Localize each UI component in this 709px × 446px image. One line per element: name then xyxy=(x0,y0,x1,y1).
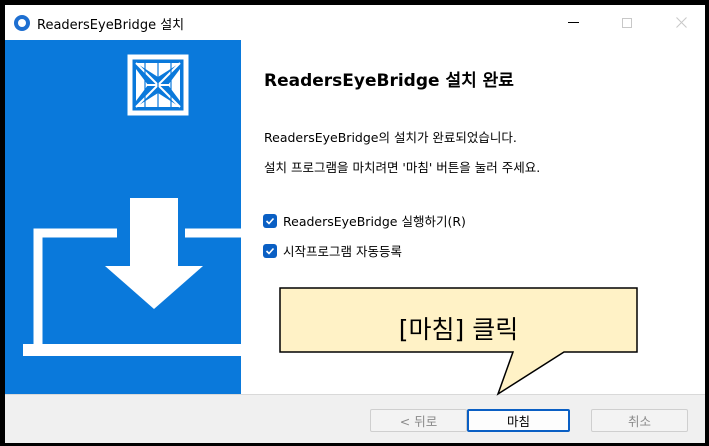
autostart-option[interactable]: 시작프로그램 자동등록 xyxy=(263,241,402,260)
app-icon xyxy=(14,15,30,31)
maximize-button[interactable] xyxy=(604,5,650,40)
close-button[interactable] xyxy=(658,5,704,40)
completion-message: ReadersEyeBridge의 설치가 완료되었습니다. xyxy=(264,130,517,145)
checkmark-icon xyxy=(265,217,275,225)
instruction-message: 설치 프로그램을 마치려면 '마침' 버튼을 눌러 주세요. xyxy=(264,160,541,175)
installer-banner xyxy=(5,40,241,394)
run-app-option[interactable]: ReadersEyeBridge 실행하기(R) xyxy=(263,211,466,230)
cancel-button[interactable]: 취소 xyxy=(591,409,688,432)
run-app-label: ReadersEyeBridge 실행하기(R) xyxy=(283,214,466,229)
install-illustration xyxy=(23,54,241,356)
download-arrow-icon xyxy=(105,198,203,309)
installer-window: ReadersEyeBridge 설치 ReadersEyeBridge 설치 … xyxy=(5,5,705,443)
instruction-callout: [마침] 클릭 xyxy=(279,287,638,396)
window-title: ReadersEyeBridge 설치 xyxy=(37,18,185,33)
title-bar: ReadersEyeBridge 설치 xyxy=(5,5,705,40)
minimize-icon xyxy=(567,22,579,23)
back-button[interactable]: < 뒤로 xyxy=(370,409,467,432)
page-title: ReadersEyeBridge 설치 완료 xyxy=(264,71,514,91)
run-app-checkbox[interactable] xyxy=(263,213,277,228)
finish-button[interactable]: 마침 xyxy=(467,409,570,432)
footer-bar: < 뒤로 마침 취소 xyxy=(5,394,705,443)
autostart-label: 시작프로그램 자동등록 xyxy=(283,244,402,259)
minimize-button[interactable] xyxy=(550,5,596,40)
autostart-checkbox[interactable] xyxy=(263,243,277,258)
callout-text: [마침] 클릭 xyxy=(398,315,519,344)
close-icon xyxy=(675,17,687,28)
readerseye-logo xyxy=(127,54,189,116)
maximize-icon xyxy=(622,17,632,28)
checkmark-icon xyxy=(265,247,275,255)
